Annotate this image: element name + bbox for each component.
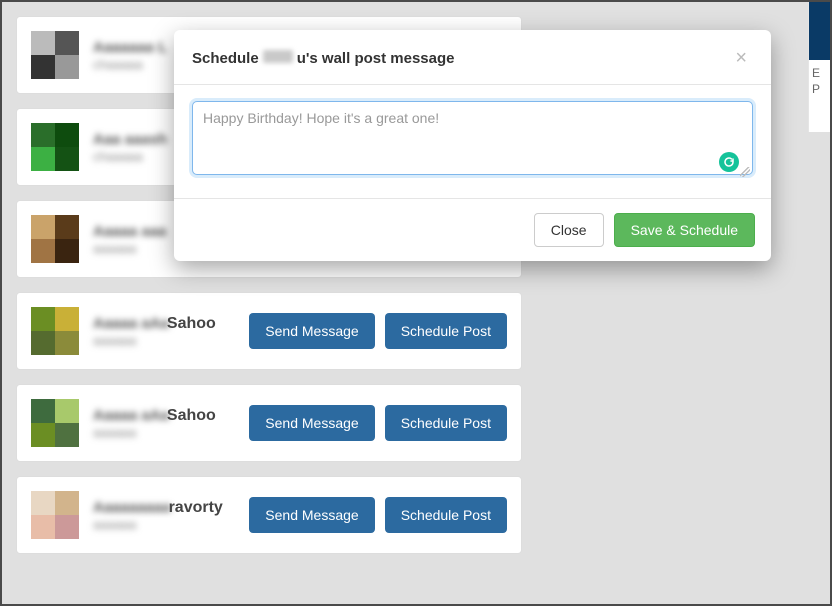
send-message-button[interactable]: Send Message	[249, 313, 374, 349]
list-item-info: Aaaaa aAaSahoo aaaaaa	[93, 407, 235, 440]
send-message-button[interactable]: Send Message	[249, 497, 374, 533]
save-schedule-button[interactable]: Save & Schedule	[614, 213, 755, 247]
modal-title-prefix: Schedule	[192, 50, 259, 67]
list-item-name-suffix: ravorty	[169, 499, 223, 516]
avatar	[31, 491, 79, 539]
close-icon[interactable]: ×	[729, 46, 753, 70]
list-item-info: Aaaaa aAaSahoo aaaaaa	[93, 315, 235, 348]
list-item-name-blur: Aaaaa aAa	[93, 315, 169, 332]
schedule-post-button[interactable]: Schedule Post	[385, 313, 507, 349]
list-item-name-blur: Aaaaaaa L	[93, 39, 167, 56]
right-side-widget: E P	[808, 2, 830, 132]
modal-title-name-blur	[263, 50, 293, 63]
list-item-name-suffix: Sahoo	[167, 407, 216, 424]
modal-body	[174, 85, 771, 199]
avatar	[31, 123, 79, 171]
right-panel-text: E P	[809, 60, 830, 103]
list-item-name-suffix: Sahoo	[167, 315, 216, 332]
list-item-sub: aaaaaa	[93, 425, 235, 440]
schedule-modal: Schedule u's wall post message × Close S…	[174, 30, 771, 261]
avatar	[31, 215, 79, 263]
list-item: Aaaaa aAaSahoo aaaaaa Send Message Sched…	[16, 292, 522, 370]
list-item-name-blur: Aaaaa aaa	[93, 223, 166, 240]
list-item-sub: aaaaaa	[93, 333, 235, 348]
close-button[interactable]: Close	[534, 213, 604, 247]
modal-title-suffix: u's wall post message	[297, 50, 455, 67]
list-item-info: Aaaaaaaaaravorty aaaaaa	[93, 499, 235, 532]
avatar	[31, 31, 79, 79]
avatar	[31, 307, 79, 355]
schedule-post-button[interactable]: Schedule Post	[385, 405, 507, 441]
send-message-button[interactable]: Send Message	[249, 405, 374, 441]
list-item: Aaaaaaaaaravorty aaaaaa Send Message Sch…	[16, 476, 522, 554]
list-item-name-blur: Aaaaaaaaa	[93, 499, 171, 516]
message-textarea[interactable]	[192, 101, 753, 175]
right-panel-header	[809, 2, 830, 60]
schedule-post-button[interactable]: Schedule Post	[385, 497, 507, 533]
list-item-name-blur: Aaa aaash	[93, 131, 167, 148]
list-item-sub: aaaaaa	[93, 517, 235, 532]
list-item-name-blur: Aaaaa aAa	[93, 407, 169, 424]
list-item: Aaaaa aAaSahoo aaaaaa Send Message Sched…	[16, 384, 522, 462]
modal-footer: Close Save & Schedule	[174, 199, 771, 261]
grammarly-icon[interactable]	[719, 152, 739, 172]
modal-title: Schedule u's wall post message	[192, 50, 454, 67]
modal-header: Schedule u's wall post message ×	[174, 30, 771, 85]
avatar	[31, 399, 79, 447]
